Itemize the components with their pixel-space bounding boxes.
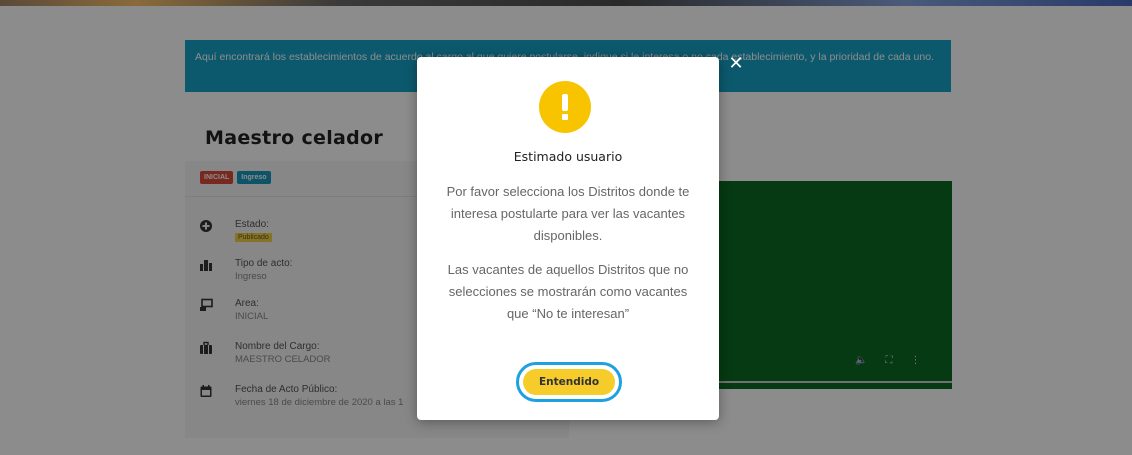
understood-button[interactable]: Entendido: [523, 369, 615, 395]
close-icon[interactable]: ✕: [727, 54, 745, 74]
modal-title: Estimado usuario: [513, 149, 623, 164]
alert-modal: Estimado usuario Por favor selecciona lo…: [417, 57, 719, 420]
modal-message-2: Las vacantes de aquellos Distritos que n…: [447, 262, 689, 321]
warning-icon: [539, 81, 591, 133]
modal-message-1: Por favor selecciona los Distritos donde…: [446, 184, 690, 243]
